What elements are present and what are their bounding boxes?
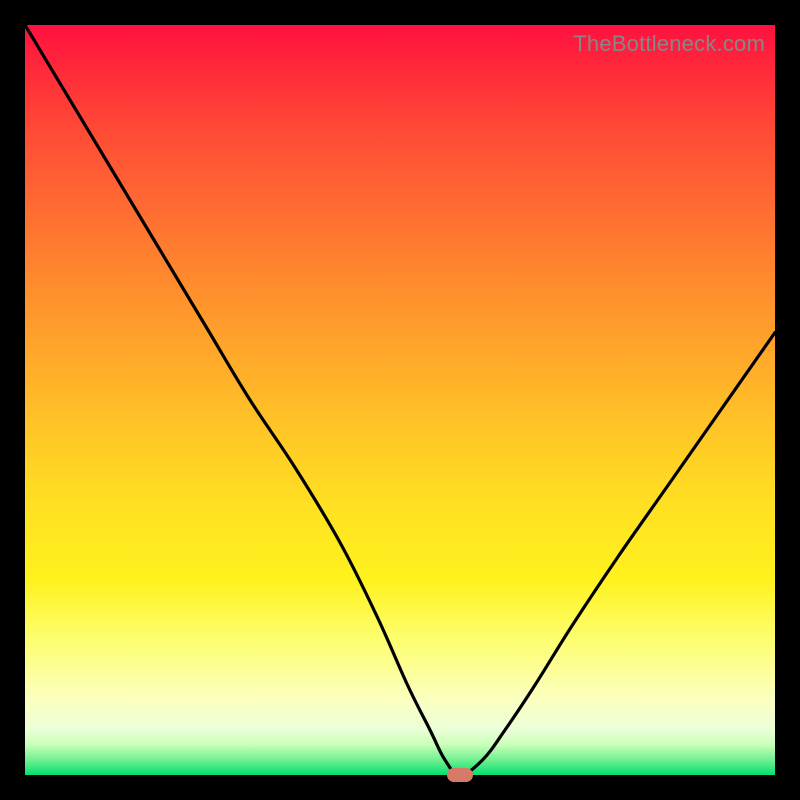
bottleneck-curve xyxy=(25,25,775,775)
plot-area: TheBottleneck.com xyxy=(25,25,775,775)
chart-frame: TheBottleneck.com xyxy=(0,0,800,800)
optimal-point-marker xyxy=(447,768,473,782)
curve-path xyxy=(25,25,775,775)
